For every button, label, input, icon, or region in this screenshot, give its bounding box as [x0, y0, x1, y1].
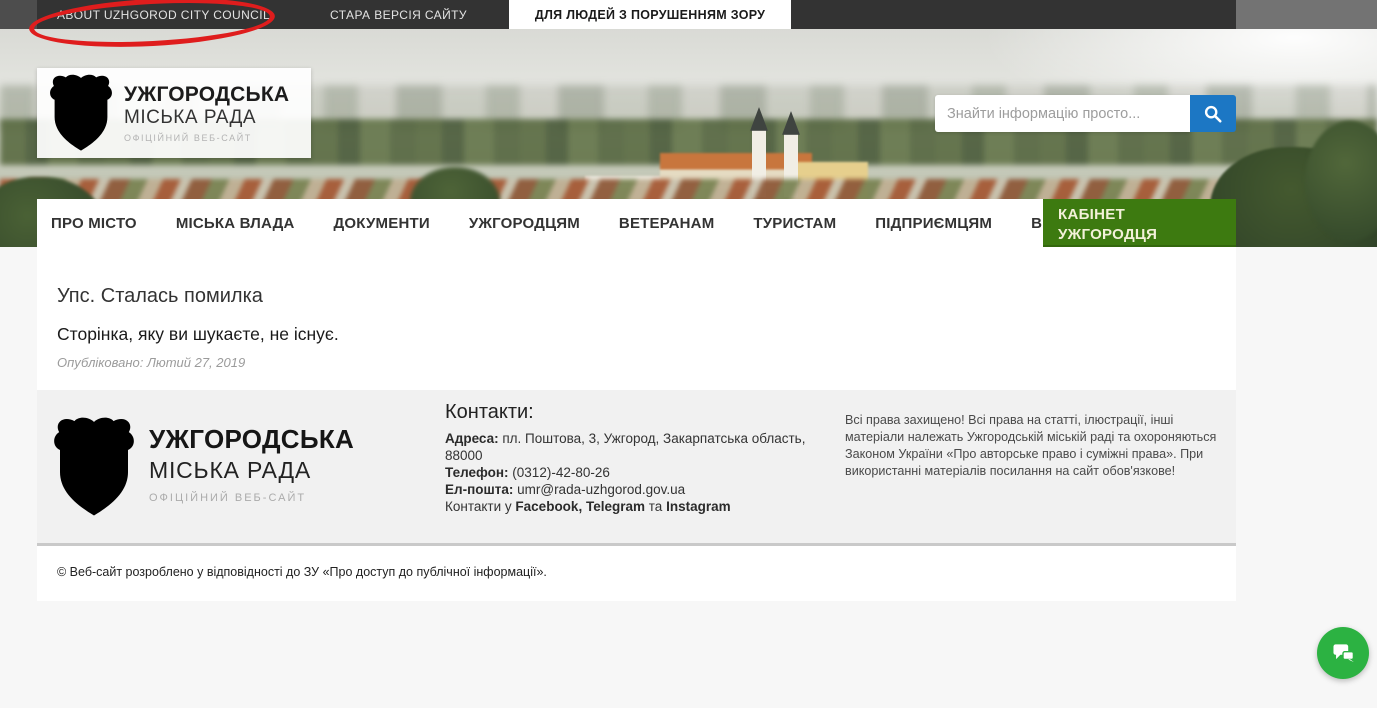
copyright-bar: © Веб-сайт розроблено у відповідності до… [37, 546, 1236, 601]
topbar-link-visually-impaired[interactable]: ДЛЯ ЛЮДЕЙ З ПОРУШЕННЯМ ЗОРУ [509, 0, 791, 29]
uzhgorod-coat-of-arms-icon [48, 73, 114, 153]
email-value: umr@rada-uzhgorod.gov.ua [517, 482, 685, 497]
hero-church-spire [750, 107, 768, 131]
social-conjunction: та [649, 499, 663, 514]
cabinet-button-line2: УЖГОРОДЦЯ [1058, 226, 1157, 243]
social-prefix: Контакти у [445, 499, 512, 514]
footer: УЖГОРОДСЬКА МІСЬКА РАДА ОФІЦІЙНИЙ ВЕБ-СА… [37, 390, 1236, 543]
search-input[interactable] [935, 95, 1190, 132]
site-subtitle: МІСЬКА РАДА [124, 107, 289, 130]
nav-item-city-government[interactable]: МІСЬКА ВЛАДА [176, 215, 295, 232]
published-date: Опубліковано: Лютий 27, 2019 [57, 355, 245, 370]
search-button[interactable] [1190, 95, 1236, 132]
nav-item-about-city[interactable]: ПРО МІСТО [51, 215, 137, 232]
instagram-link[interactable]: Instagram [666, 499, 731, 514]
contact-address: Адреса: пл. Поштова, 3, Ужгород, Закарпа… [445, 430, 840, 464]
email-label: Ел-пошта: [445, 482, 513, 497]
contact-social-links: Контакти у Facebook, Telegram та Instagr… [445, 498, 840, 515]
main-content: Упс. Сталась помилка Сторінка, яку ви шу… [37, 247, 1236, 390]
telegram-link[interactable]: Telegram [586, 499, 645, 514]
phone-value: (0312)-42-80-26 [512, 465, 610, 480]
cabinet-uzhgorodtsya-button[interactable]: КАБІНЕТ УЖГОРОДЦЯ [1043, 199, 1236, 247]
topbar-link-about[interactable]: ABOUT UZHGOROD CITY COUNCIL [37, 0, 306, 29]
hero-tree [1305, 121, 1377, 241]
site-title: УЖГОРОДСЬКА [124, 83, 289, 107]
contact-email: Ел-пошта: umr@rada-uzhgorod.gov.ua [445, 481, 840, 498]
topbar-left-margin [0, 0, 37, 29]
nav-item-tourists[interactable]: ТУРИСТАМ [753, 215, 836, 232]
hero-castle-building [660, 153, 812, 189]
hero-building [585, 176, 705, 198]
footer-logo-text: УЖГОРОДСЬКА МІСЬКА РАДА ОФІЦІЙНИЙ ВЕБ-СА… [149, 424, 354, 504]
nav-item-entrepreneurs[interactable]: ПІДПРИЄМЦЯМ [875, 215, 992, 232]
facebook-link[interactable]: Facebook, [515, 499, 582, 514]
search-icon [1203, 104, 1223, 124]
hero-church-spire [782, 111, 800, 135]
topbar: ABOUT UZHGOROD CITY COUNCIL СТАРА ВЕРСІЯ… [37, 0, 1236, 29]
hero-building [796, 162, 868, 200]
contact-phone: Телефон: (0312)-42-80-26 [445, 464, 840, 481]
uzhgorod-coat-of-arms-icon [51, 416, 137, 518]
phone-label: Телефон: [445, 465, 509, 480]
chat-widget-button[interactable] [1317, 627, 1369, 679]
topbar-link-old-version[interactable]: СТАРА ВЕРСІЯ САЙТУ [306, 0, 491, 29]
hero-church-tower [752, 129, 766, 197]
footer-site-subtitle: МІСЬКА РАДА [149, 457, 354, 484]
address-label: Адреса: [445, 431, 499, 446]
site-logo-text: УЖГОРОДСЬКА МІСЬКА РАДА ОФІЦІЙНИЙ ВЕБ-СА… [124, 83, 289, 144]
search-bar [935, 95, 1236, 132]
footer-site-title: УЖГОРОДСЬКА [149, 424, 354, 455]
topbar-background: ABOUT UZHGOROD CITY COUNCIL СТАРА ВЕРСІЯ… [0, 0, 1377, 29]
site-tagline: ОФІЦІЙНИЙ ВЕБ-САЙТ [124, 133, 289, 143]
footer-contacts: Контакти: Адреса: пл. Поштова, 3, Ужгоро… [445, 401, 840, 515]
error-message: Сторінка, яку ви шукаєте, не існує. [57, 324, 339, 345]
contacts-heading: Контакти: [445, 401, 840, 424]
cabinet-button-line1: КАБІНЕТ [1058, 206, 1125, 223]
hero-church-tower [784, 133, 798, 197]
footer-site-tagline: ОФІЦІЙНИЙ ВЕБ-САЙТ [149, 492, 354, 504]
address-value: пл. Поштова, 3, Ужгород, Закарпатська об… [445, 431, 805, 463]
site-logo[interactable]: УЖГОРОДСЬКА МІСЬКА РАДА ОФІЦІЙНИЙ ВЕБ-СА… [37, 68, 311, 158]
error-title: Упс. Сталась помилка [57, 285, 263, 308]
copyright-text: © Веб-сайт розроблено у відповідності до… [57, 565, 547, 579]
nav-item-documents[interactable]: ДОКУМЕНТИ [334, 215, 430, 232]
nav-item-veterans[interactable]: ВЕТЕРАНАМ [619, 215, 714, 232]
nav-item-citizens[interactable]: УЖГОРОДЦЯМ [469, 215, 580, 232]
chat-bubbles-icon [1329, 640, 1357, 666]
main-navigation: ПРО МІСТО МІСЬКА ВЛАДА ДОКУМЕНТИ УЖГОРОД… [37, 199, 1236, 247]
footer-rights-text: Всі права захищено! Всі права на статті,… [845, 412, 1229, 480]
